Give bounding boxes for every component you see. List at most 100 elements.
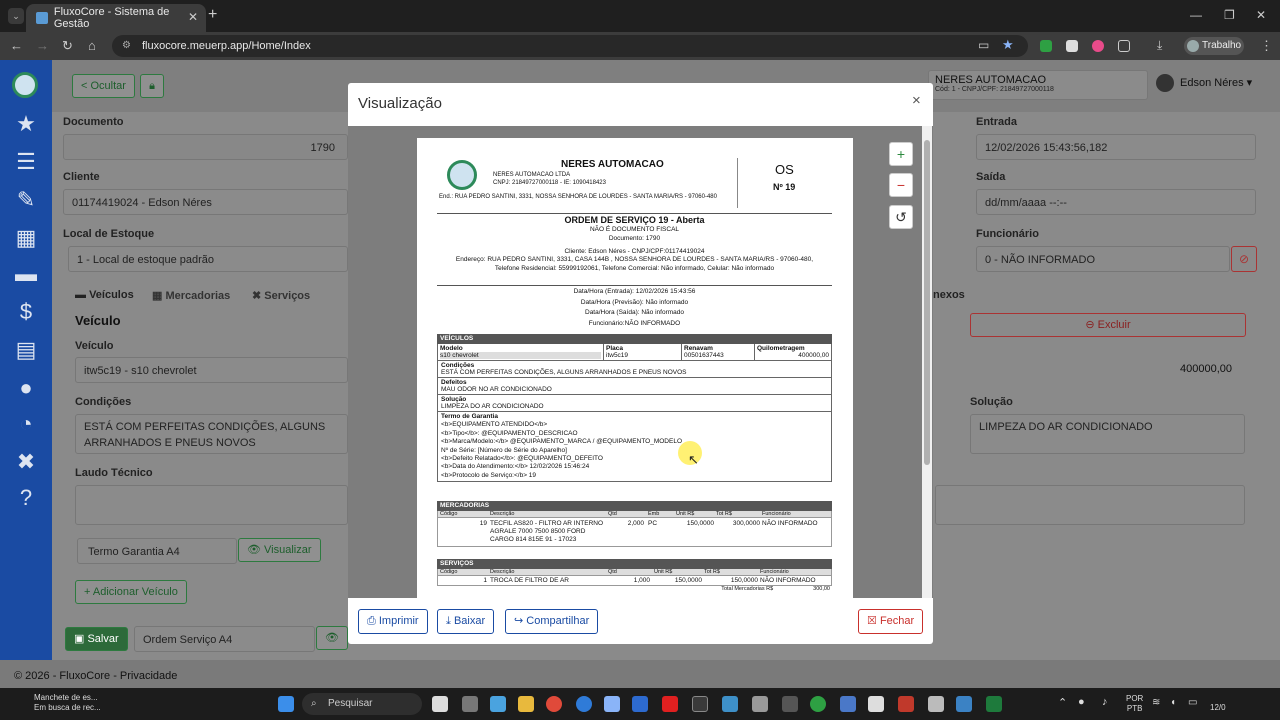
profile-button[interactable]: Trabalho [1184, 37, 1244, 55]
minimize-button[interactable]: — [1190, 8, 1202, 22]
ordem-visualizar-button[interactable]: 👁︎ [316, 626, 348, 650]
taskbar-app-9-icon[interactable] [782, 696, 798, 712]
veiculo-field[interactable]: itw5c19 - s10 chevrolet [75, 357, 348, 383]
reload-button[interactable]: ↻ [62, 38, 73, 54]
pie-chart-icon[interactable]: ◔ [10, 408, 42, 440]
company-select[interactable]: NERES AUTOMACAO Cód: 1 - CNPJ/CPF: 21849… [928, 70, 1148, 100]
extension-color-icon[interactable] [1092, 40, 1104, 52]
taskbar-app-6-icon[interactable] [692, 696, 708, 712]
browser-tab[interactable]: FluxoCore - Sistema de Gestão ✕ [26, 4, 206, 32]
visualizar-button[interactable]: 👁︎ Visualizar [238, 538, 321, 562]
browser-menu-icon[interactable]: ⋮ [1260, 38, 1273, 54]
edge-icon[interactable] [576, 696, 592, 712]
taskbar-app-14-icon[interactable] [928, 696, 944, 712]
url-input[interactable]: ⚙ fluxocore.meuerp.app/Home/Index [112, 35, 1028, 57]
termo-select[interactable]: Termo Garantia A4 [77, 538, 237, 564]
zoom-out-button[interactable]: − [889, 173, 913, 197]
site-info-icon[interactable]: ⚙ [122, 35, 131, 57]
microphone-icon[interactable]: ♪ [1102, 696, 1108, 708]
start-icon[interactable] [278, 696, 294, 712]
taskbar-app-1-icon[interactable] [432, 696, 448, 712]
funcionario-select[interactable]: 0 - NÃO INFORMADO [976, 246, 1230, 272]
home-button[interactable]: ⌂ [88, 38, 96, 53]
taskbar-search[interactable]: ⌕ Pesquisar [302, 693, 422, 715]
taskbar-app-7-icon[interactable] [722, 696, 738, 712]
zoom-in-button[interactable]: + [889, 142, 913, 166]
download-icon[interactable]: ⤓ [1157, 38, 1162, 53]
back-button[interactable]: ← [10, 38, 23, 53]
modal-close-icon[interactable]: × [912, 92, 921, 109]
tools-icon[interactable]: ✖ [10, 446, 42, 478]
salvar-button[interactable]: ▣ Salvar [65, 627, 128, 651]
hide-button[interactable]: < Ocultar [72, 74, 135, 98]
favorites-star-icon[interactable]: ★ [10, 108, 42, 140]
taskbar-app-13-icon[interactable] [898, 696, 914, 712]
viewer-scroll-thumb[interactable] [924, 140, 930, 465]
tab-menu-button[interactable]: ⌄ [8, 8, 24, 24]
wifi-icon[interactable]: ≋ [1152, 697, 1160, 708]
condicoes-field[interactable]: ESTÁ COM PERFEITAS CONDIÇÕES, ALGUNS ARR… [75, 414, 348, 454]
taskbar-app-8-icon[interactable] [752, 696, 768, 712]
dollar-icon[interactable]: $ [10, 296, 42, 328]
ordem-select[interactable]: Ordem Serviço A4 [134, 626, 315, 652]
lock-button[interactable]: 🔒︎ [140, 74, 164, 98]
edit-icon[interactable]: ✎ [10, 184, 42, 216]
documento-field[interactable]: 1790 [63, 134, 348, 160]
excel-icon[interactable] [986, 696, 1002, 712]
km-value: 400000,00 [1180, 363, 1232, 375]
tab-servicos[interactable]: ✖ Serviços [252, 289, 310, 302]
estoque-select[interactable]: 1 - Local de estoque padrão [68, 246, 348, 272]
new-tab-button[interactable]: + [208, 6, 217, 24]
bookmark-star-icon[interactable]: ★ [1002, 37, 1014, 53]
battery-icon[interactable]: ▭ [1188, 697, 1197, 708]
cast-icon[interactable]: ▭ [978, 38, 989, 52]
taskbar-app-11-icon[interactable] [840, 696, 856, 712]
taskbar-app-12-icon[interactable] [868, 696, 884, 712]
solucao-field[interactable]: LIMPEZA DO AR CONDICIONADO [970, 414, 1245, 454]
list-icon[interactable]: ☰ [10, 146, 42, 178]
briefcase-icon[interactable]: ▤ [10, 334, 42, 366]
baixar-button[interactable]: ⤓ Baixar [437, 609, 495, 634]
car-icon[interactable]: ▬ [10, 258, 42, 290]
extension-a-icon[interactable] [1066, 40, 1078, 52]
add-veiculo-button[interactable]: + Adicionar Veículo [75, 580, 187, 604]
help-icon[interactable]: ? [10, 482, 42, 514]
funcionario-clear-button[interactable]: ⊘ [1231, 246, 1257, 272]
imprimir-button[interactable]: ⎙ Imprimir [358, 609, 428, 634]
user-menu[interactable]: Edson Néres ▾ [1156, 74, 1252, 92]
clock-date[interactable]: 12/0 [1210, 703, 1226, 712]
compartilhar-button[interactable]: ↪ Compartilhar [505, 609, 599, 634]
youtube-icon[interactable] [662, 696, 678, 712]
tab-veiculos[interactable]: ▬ Veículos [75, 289, 134, 301]
cliente-field[interactable]: 01174419024 - Edson Néres [63, 189, 348, 215]
boxes-icon[interactable]: ▦ [10, 222, 42, 254]
tray-app-icon[interactable]: ● [1078, 696, 1085, 708]
chrome-icon[interactable] [546, 696, 562, 712]
volume-icon[interactable]: ◖ [1170, 697, 1176, 708]
taskbar-app-2-icon[interactable] [462, 696, 478, 712]
users-icon[interactable]: ● [10, 372, 42, 404]
laudo-field[interactable] [75, 485, 348, 525]
maximize-button[interactable]: ❐ [1224, 8, 1235, 22]
tray-chevron-icon[interactable]: ⌃ [1058, 696, 1067, 709]
saida-field[interactable]: dd/mm/aaaa --:-- [976, 189, 1256, 215]
taskbar-app-3-icon[interactable] [490, 696, 506, 712]
extension-green-icon[interactable] [1040, 40, 1052, 52]
excluir-button[interactable]: ⊖ Excluir [970, 313, 1246, 337]
taskbar-app-15-icon[interactable] [956, 696, 972, 712]
language-indicator[interactable]: POR PTB [1126, 694, 1143, 714]
taskbar-app-4-icon[interactable] [604, 696, 620, 712]
tab-close-icon[interactable]: ✕ [188, 10, 198, 24]
taskbar-app-5-icon[interactable] [632, 696, 648, 712]
entrada-field[interactable]: 12/02/2026 15:43:56,182 [976, 134, 1256, 160]
window-close-button[interactable]: ✕ [1256, 8, 1266, 22]
tab-mercadorias[interactable]: ▦ Mercadorias [152, 289, 230, 302]
zoom-reset-button[interactable]: ↺ [889, 205, 913, 229]
forward-button[interactable]: → [36, 38, 49, 53]
news-widget[interactable]: Manchete de es... Em busca de rec... [12, 693, 101, 713]
fechar-button[interactable]: ☒ Fechar [858, 609, 924, 634]
notes-field[interactable] [935, 485, 1245, 525]
taskbar-app-10-icon[interactable] [810, 696, 826, 712]
extensions-puzzle-icon[interactable] [1118, 40, 1130, 52]
file-explorer-icon[interactable] [518, 696, 534, 712]
